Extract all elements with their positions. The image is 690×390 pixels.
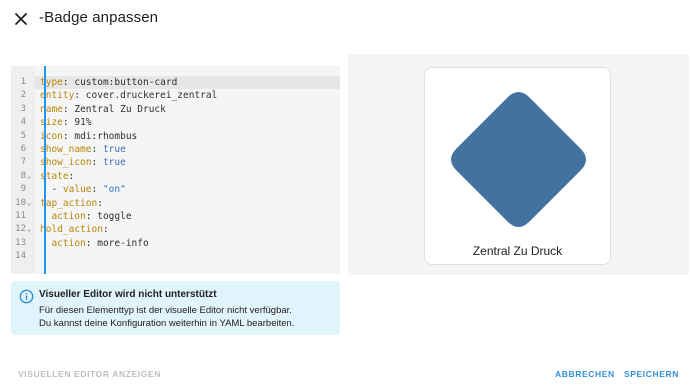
yaml-separator: : (85, 210, 98, 222)
yaml-separator: : (68, 170, 75, 182)
info-line-1: Für diesen Elementtyp ist der visuelle E… (39, 305, 292, 316)
yaml-value: more-info (97, 237, 149, 249)
code-text: type: custom:button-card (40, 76, 177, 89)
code-line[interactable]: 6 show_name: true (11, 143, 340, 156)
code-line[interactable]: 3 name: Zentral Zu Druck (11, 103, 340, 116)
yaml-value: toggle (97, 210, 132, 222)
info-line-2: Du kannst deine Konfiguration weiterhin … (39, 318, 295, 329)
code-text: entity: cover.druckerei_zentral (40, 89, 217, 102)
yaml-separator: : (91, 184, 103, 196)
yaml-separator: : (74, 90, 86, 102)
yaml-value: true (102, 143, 126, 155)
line-number: 6 (20, 143, 26, 154)
yaml-value: 91% (74, 117, 92, 129)
code-line[interactable]: 1 type: custom:button-card (11, 76, 340, 89)
info-title: Visueller Editor wird nicht unterstützt (39, 289, 217, 300)
code-text: action: more-info (40, 237, 149, 250)
code-line[interactable]: 12 ⌄ hold_action: (11, 223, 340, 236)
code-line[interactable]: 10 ⌄ tap_action: (11, 197, 340, 210)
info-message: Für diesen Elementtyp ist der visuelle E… (39, 304, 335, 330)
line-number: 3 (20, 103, 26, 114)
show-visual-editor-button[interactable]: Visuellen Editor anzeigen (18, 369, 161, 379)
yaml-key: action (51, 210, 86, 222)
line-number: 11 (15, 210, 26, 221)
yaml-separator: : (62, 130, 75, 142)
yaml-separator: : (91, 143, 103, 155)
line-number: 12 (15, 224, 26, 235)
code-line[interactable]: 2 entity: cover.druckerei_zentral (11, 89, 340, 102)
code-line[interactable]: 7 show_icon: true (11, 156, 340, 169)
yaml-key: show_name (40, 143, 92, 155)
yaml-separator: : (85, 237, 98, 249)
code-line[interactable]: 11 action: toggle (11, 210, 340, 223)
code-text: hold_action: (40, 223, 109, 236)
line-number: 8 (20, 170, 26, 181)
yaml-key: show_icon (40, 157, 92, 169)
line-number: 1 (20, 77, 26, 87)
code-text: action: toggle (40, 210, 132, 223)
code-line[interactable]: 8 ⌄ state: (11, 170, 340, 183)
code-lines: 1 type: custom:button-card 2 entity: cover.… (11, 76, 340, 263)
info-icon (19, 289, 34, 304)
dialog-title: -Badge anpassen (39, 9, 159, 26)
yaml-code-editor[interactable]: 1 type: custom:button-card 2 entity: cover.… (11, 66, 340, 274)
yaml-value: mdi:rhombus (74, 130, 138, 142)
code-text: icon: mdi:rhombus (40, 130, 137, 143)
yaml-key: value (62, 184, 92, 196)
yaml-separator: : (91, 157, 103, 169)
code-text: tap_action: (40, 197, 103, 210)
info-alert: Visueller Editor wird nicht unterstützt … (11, 281, 340, 335)
code-text: name: Zentral Zu Druck (40, 103, 166, 116)
yaml-value: Zentral Zu Druck (74, 103, 166, 115)
code-line[interactable]: 5 icon: mdi:rhombus (11, 130, 340, 143)
yaml-key: tap_action (40, 197, 98, 209)
preview-card[interactable]: Zentral Zu Druck (424, 67, 611, 265)
line-number: 9 (20, 184, 26, 195)
save-button[interactable]: Speichern (624, 369, 679, 379)
yaml-separator: : (62, 77, 75, 88)
close-icon (15, 13, 27, 25)
code-text: size: 91% (40, 116, 92, 129)
code-line[interactable]: 13 action: more-info (11, 237, 340, 250)
yaml-key: action (51, 237, 86, 249)
editor-focus-bar (44, 66, 46, 274)
code-text: show_name: true (40, 143, 126, 156)
line-number: 13 (15, 237, 26, 248)
yaml-separator: : (62, 103, 75, 115)
fold-chevron-icon[interactable]: ⌄ (27, 223, 31, 236)
code-text: show_icon: true (40, 156, 126, 169)
yaml-separator: : (102, 224, 109, 236)
cancel-button[interactable]: Abbrechen (555, 369, 615, 379)
yaml-value: true (102, 157, 126, 169)
yaml-value: custom:button-card (74, 77, 178, 88)
code-line[interactable]: 9 - value: "on" (11, 183, 340, 196)
line-number: 5 (20, 130, 26, 141)
yaml-value: "on" (102, 184, 126, 196)
card-entity-name: Zentral Zu Druck (472, 244, 563, 258)
line-number: 2 (20, 90, 26, 101)
fold-chevron-icon[interactable]: ⌄ (27, 170, 31, 183)
line-number: 7 (20, 157, 26, 168)
yaml-separator: : (62, 117, 75, 129)
yaml-value: cover.druckerei_zentral (85, 90, 218, 102)
line-number: 10 (15, 197, 26, 208)
yaml-key: hold_action (40, 224, 103, 236)
code-line[interactable]: 4 size: 91% (11, 116, 340, 129)
line-number: 14 (15, 251, 26, 262)
code-text: - value: "on" (40, 183, 126, 196)
rhombus-icon (451, 92, 586, 227)
fold-chevron-icon[interactable]: ⌄ (27, 197, 31, 210)
code-line[interactable]: 14 (11, 250, 340, 263)
close-button[interactable] (8, 6, 34, 32)
yaml-separator: : (97, 197, 103, 209)
line-number: 4 (20, 117, 26, 128)
